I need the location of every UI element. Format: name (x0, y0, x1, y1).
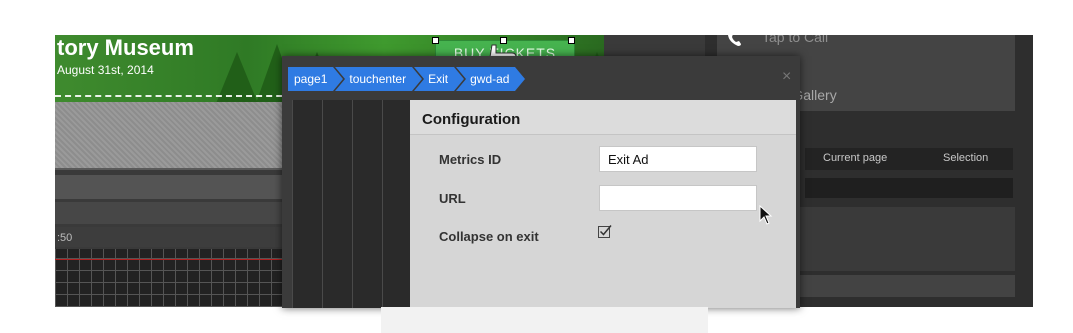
configuration-title: Configuration (422, 111, 521, 128)
tab-current-page[interactable]: Current page (823, 152, 887, 164)
tab-selection[interactable]: Selection (943, 152, 988, 164)
url-label: URL (439, 191, 466, 206)
layer-strip (55, 202, 290, 224)
component-item-tap-to-call[interactable]: Tap to Call (762, 35, 828, 45)
divider (55, 168, 290, 170)
timeline-ruler[interactable] (55, 227, 290, 247)
panel-bar (805, 178, 1013, 198)
layer-strip (55, 175, 290, 199)
metrics-id-label: Metrics ID (439, 152, 502, 167)
checkbox-checked-icon[interactable] (598, 224, 612, 238)
dialog-column-list (292, 100, 410, 308)
event-dialog: page1 touchenter Exit gwd-ad × Configura… (282, 56, 800, 308)
metrics-id-input[interactable] (599, 146, 757, 172)
playhead-line (55, 259, 290, 260)
phone-icon (728, 35, 741, 46)
banner-title: tory Museum (57, 35, 194, 60)
breadcrumb-touchenter[interactable]: touchenter (335, 67, 424, 91)
close-icon[interactable]: × (782, 68, 791, 86)
configuration-header: Configuration (410, 100, 796, 135)
resize-handle[interactable] (568, 37, 575, 44)
resize-handle[interactable] (432, 37, 439, 44)
configuration-panel: Configuration Metrics ID URL Collapse on… (410, 100, 796, 308)
bottom-panel (381, 307, 708, 333)
hatched-area (55, 102, 290, 170)
collapse-on-exit-label: Collapse on exit (439, 229, 539, 244)
banner-subtitle: August 31st, 2014 (57, 63, 154, 77)
url-input[interactable] (599, 185, 757, 211)
timeline-time-label: :50 (57, 232, 73, 244)
mouse-cursor-icon (759, 205, 773, 225)
timeline-grid[interactable] (55, 249, 290, 307)
breadcrumb-page1[interactable]: page1 (288, 67, 346, 91)
breadcrumb: page1 touchenter Exit gwd-ad (288, 67, 528, 91)
